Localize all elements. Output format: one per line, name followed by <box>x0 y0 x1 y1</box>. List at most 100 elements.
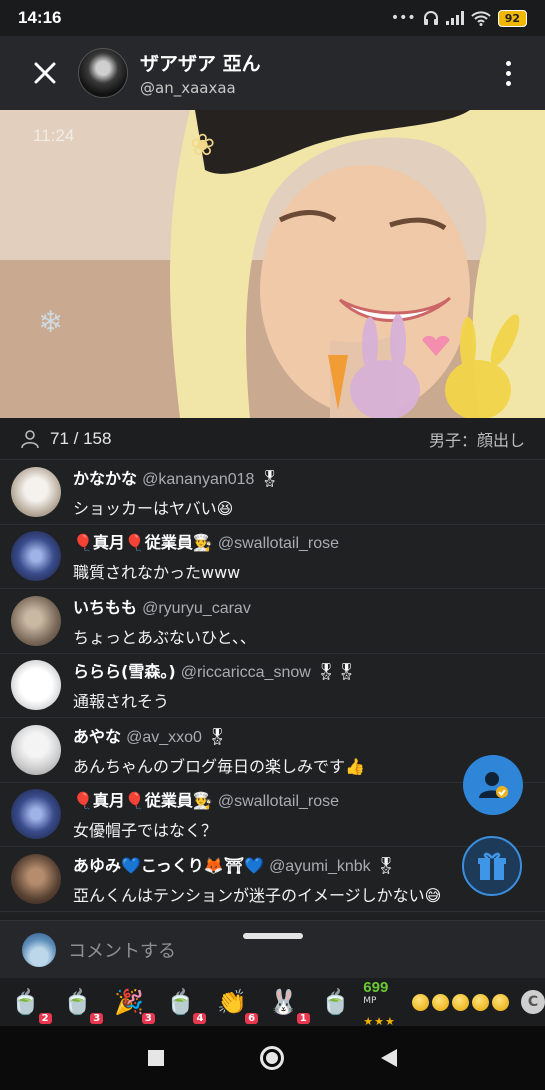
commenter-handle: @av_xxo0 <box>126 728 202 746</box>
coin-icon <box>432 993 450 1011</box>
gift-button[interactable] <box>462 836 522 896</box>
commenter-name: いちもも <box>73 597 138 617</box>
comment-item[interactable]: あやな @av_xxo0 🎖 あんちゃんのブログ毎日の楽しみです👍 <box>0 718 545 783</box>
live-video[interactable]: ❀ ❄ 11:24 <box>0 110 545 418</box>
status-icons: ••• 92 <box>390 9 527 27</box>
comment-item[interactable]: ららら(雪森。) @riccaricca_snow 🎖🎖 通報されそう <box>0 654 545 718</box>
c-button[interactable]: C <box>521 990 545 1014</box>
close-icon <box>34 62 56 84</box>
coin-row[interactable] <box>412 993 510 1011</box>
status-bar: 14:16 ••• 92 <box>0 0 545 36</box>
comment-item[interactable]: 🎈真月🎈従業員👨‍🍳 @swallotail_rose 職質されなかったwww <box>0 525 545 589</box>
viewer-count: 71 / 158 <box>50 428 112 448</box>
gift-tea-100[interactable]: 🍵 <box>316 982 356 1022</box>
mp-unit: MP <box>363 995 377 1006</box>
mp-value: 699 <box>363 978 389 996</box>
comment-text: あんちゃんのブログ毎日の楽しみです👍 <box>73 756 365 776</box>
home-icon[interactable] <box>259 1045 285 1071</box>
gift-count: 6 <box>245 1013 259 1024</box>
mp-balance: 699 MP ★★★ <box>363 977 406 1028</box>
commenter-handle: @ayumi_knbk <box>269 857 371 875</box>
more-dot-icon <box>506 70 511 76</box>
back-icon[interactable] <box>380 1048 398 1068</box>
comment-text: 亞んくんはテンションが迷子のイメージしかない😅 <box>73 885 442 905</box>
gift-bar[interactable]: 🍵 2 🍵 3 🎉 3 🍵 4 👏 6 🐰 1 🍵 699 MP ★★★ C <box>0 977 545 1028</box>
more-dot-icon <box>506 60 511 66</box>
gift-count: 3 <box>141 1013 155 1024</box>
follow-user-button[interactable] <box>463 755 523 815</box>
coin-icon <box>412 993 430 1011</box>
commenter-avatar[interactable] <box>11 595 61 646</box>
host-handle: @an_xaaxaa <box>140 79 236 97</box>
status-time: 14:16 <box>18 8 62 27</box>
signal-icon <box>445 11 464 25</box>
comment-text: ちょっとあぶないひと、、 <box>73 627 256 647</box>
comment-text: 女優帽子ではなく？ <box>73 821 218 841</box>
commenter-avatar[interactable] <box>11 660 61 711</box>
comment-text: 職質されなかったwww <box>73 563 241 583</box>
stream-header: ザアザア 亞ん @an_xaaxaa <box>0 36 545 110</box>
comment-text: ショッカーはヤバい😆 <box>73 498 234 518</box>
commenter-name: ららら(雪森。) <box>73 662 176 682</box>
viewer-bar: 71 / 158 男子：顔出し <box>0 418 545 460</box>
comment-text: 通報されそう <box>73 692 170 712</box>
commenter-name: 🎈真月🎈従業員👨‍🍳 <box>73 533 213 553</box>
commenter-avatar[interactable] <box>11 789 61 840</box>
comment-item[interactable]: かなかな @kananyan018 🎖 ショッカーはヤバい😆 <box>0 460 545 525</box>
wifi-icon <box>470 10 491 26</box>
commenter-avatar[interactable] <box>11 466 61 517</box>
gift-tea-50[interactable]: 🍵 4 <box>161 982 207 1024</box>
gift-rabbit[interactable]: 🐰 1 <box>264 982 310 1024</box>
medal-icon: 🎖🎖 <box>315 662 357 682</box>
gift-count: 3 <box>90 1013 104 1024</box>
coin-icon <box>492 993 510 1011</box>
commenter-handle: @kananyan018 <box>142 470 255 488</box>
more-dot-icon <box>506 80 511 86</box>
commenter-name: あやな <box>73 726 122 746</box>
recents-icon[interactable] <box>147 1049 165 1067</box>
gift-tea[interactable]: 🍵 3 <box>58 982 104 1024</box>
gift-party-popper[interactable]: 🎉 3 <box>109 982 155 1024</box>
svg-text:❄: ❄ <box>38 305 63 340</box>
drag-handle[interactable] <box>243 933 303 939</box>
coin-icon <box>472 993 490 1011</box>
notification-dots-icon: ••• <box>390 10 416 26</box>
more-menu-button[interactable] <box>506 60 511 86</box>
user-check-icon <box>479 772 508 798</box>
stream-note: 男子：顔出し <box>428 430 525 450</box>
gift-count: 1 <box>296 1013 310 1024</box>
medal-icon: 🎖 <box>259 468 280 488</box>
viewer-person-icon <box>21 429 39 448</box>
svg-text:❀: ❀ <box>190 128 215 163</box>
commenter-avatar[interactable] <box>11 531 61 582</box>
commenter-avatar[interactable] <box>11 724 61 775</box>
close-button[interactable] <box>28 56 62 90</box>
commenter-avatar[interactable] <box>11 853 61 904</box>
battery-icon: 92 <box>497 9 527 27</box>
comment-list[interactable]: かなかな @kananyan018 🎖 ショッカーはヤバい😆 🎈真月🎈従業員👨‍… <box>0 460 545 915</box>
host-name: ザアザア 亞ん <box>140 53 261 75</box>
headphones-icon <box>423 11 438 25</box>
comment-input-bar[interactable]: コメントする <box>0 920 545 978</box>
gift-count: 2 <box>38 1013 52 1024</box>
commenter-handle: @swallotail_rose <box>217 793 340 811</box>
host-info[interactable]: ザアザア 亞ん @an_xaaxaa <box>140 49 261 97</box>
commenter-name: あゆみ💙こっくり🦊⛩💙 <box>73 855 264 875</box>
commenter-handle: @swallotail_rose <box>217 535 340 553</box>
gift-clap[interactable]: 👏 6 <box>212 982 259 1024</box>
gift-tea-10[interactable]: 🍵 2 <box>6 982 52 1024</box>
medal-icon: 🎖 <box>207 726 228 746</box>
coin-icon <box>452 993 470 1011</box>
gift-count: 4 <box>193 1013 207 1024</box>
commenter-handle: @ryuryu_carav <box>142 599 251 617</box>
my-avatar <box>22 932 56 967</box>
gift-icon <box>478 852 506 880</box>
comment-item[interactable]: いちもも @ryuryu_carav ちょっとあぶないひと、、 <box>0 589 545 654</box>
host-avatar[interactable] <box>78 48 128 98</box>
comment-input[interactable]: コメントする <box>68 937 176 963</box>
stream-elapsed-time: 11:24 <box>33 126 75 145</box>
medal-icon: 🎖 <box>375 855 397 875</box>
commenter-handle: @riccaricca_snow <box>180 664 311 682</box>
system-nav-bar <box>0 1026 545 1090</box>
video-frame-illustration: ❀ ❄ <box>0 110 545 418</box>
